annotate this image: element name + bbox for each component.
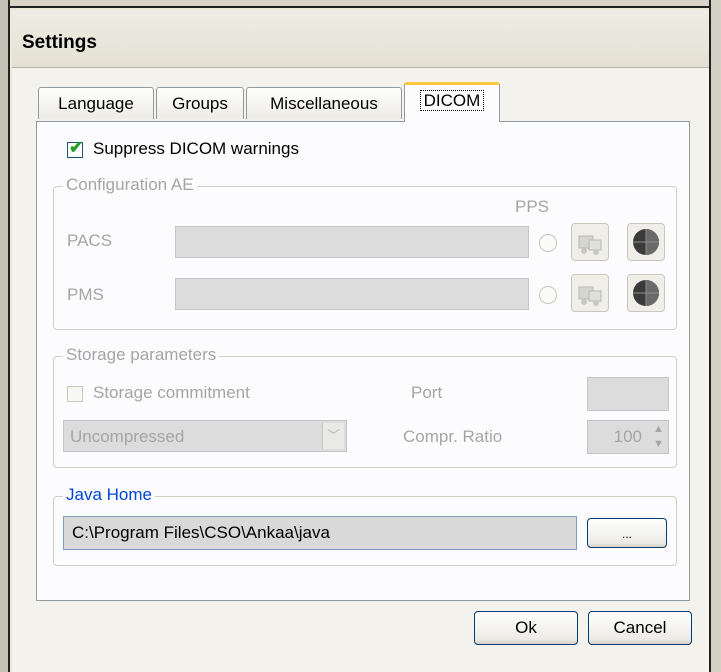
java-home-path-input[interactable]: C:\Program Files\CSO\Ankaa\java: [63, 516, 577, 550]
storage-commitment-label: Storage commitment: [93, 383, 250, 402]
java-home-legend: Java Home: [63, 485, 155, 505]
pms-config-button[interactable]: [571, 274, 609, 312]
compression-ratio-value: 100: [613, 427, 642, 446]
ok-button[interactable]: Ok: [474, 611, 578, 645]
globe-icon: [633, 280, 659, 306]
window-frame-right: [709, 0, 721, 672]
storage-commitment-checkbox[interactable]: [67, 386, 83, 402]
suppress-warnings-label: Suppress DICOM warnings: [93, 139, 299, 158]
tab-dicom-label: DICOM: [419, 90, 485, 111]
compression-ratio-spinner[interactable]: 100 ▲ ▼: [587, 420, 669, 454]
tab-language[interactable]: Language: [38, 87, 154, 119]
title-bar[interactable]: Settings: [12, 10, 709, 68]
window-title: Settings: [22, 32, 97, 53]
spin-down-icon[interactable]: ▼: [653, 437, 664, 451]
compression-select[interactable]: Uncompressed ﹀: [63, 420, 347, 452]
tab-miscellaneous[interactable]: Miscellaneous: [246, 87, 402, 119]
spin-up-icon[interactable]: ▲: [653, 422, 664, 436]
pps-label: PPS: [515, 197, 550, 216]
network-config-icon: [578, 235, 602, 255]
tab-dicom[interactable]: DICOM: [404, 82, 500, 122]
pms-test-button[interactable]: [627, 274, 665, 312]
checkmark-icon: ✔: [69, 138, 84, 157]
tab-groups[interactable]: Groups: [156, 87, 244, 119]
java-home-path-value: C:\Program Files\CSO\Ankaa\java: [72, 523, 330, 542]
chevron-down-icon[interactable]: ﹀: [322, 423, 344, 449]
compression-value: Uncompressed: [70, 427, 185, 446]
dicom-tab-panel: ✔ Suppress DICOM warnings Configuration …: [36, 121, 690, 601]
pacs-config-button[interactable]: [571, 223, 609, 261]
globe-icon: [633, 229, 659, 255]
port-label: Port: [411, 383, 443, 402]
compression-ratio-label: Compr. Ratio: [403, 427, 503, 446]
settings-window: Settings Language Groups Miscellaneous D…: [0, 0, 721, 672]
network-config-icon: [578, 286, 602, 306]
cancel-button[interactable]: Cancel: [588, 611, 692, 645]
pms-label: PMS: [67, 285, 104, 304]
pacs-label: PACS: [67, 231, 113, 250]
pms-input[interactable]: [175, 278, 529, 310]
pacs-test-button[interactable]: [627, 223, 665, 261]
browse-button[interactable]: ...: [587, 518, 667, 548]
pacs-pps-radio[interactable]: [539, 234, 557, 252]
suppress-warnings-checkbox[interactable]: ✔: [67, 138, 83, 158]
pms-pps-radio[interactable]: [539, 286, 557, 304]
storage-parameters-legend: Storage parameters: [63, 345, 220, 365]
window-frame-top: [0, 0, 721, 8]
configuration-ae-legend: Configuration AE: [63, 175, 197, 195]
pacs-input[interactable]: [175, 226, 529, 258]
port-input[interactable]: [587, 377, 669, 411]
window-frame-left: [0, 0, 10, 672]
